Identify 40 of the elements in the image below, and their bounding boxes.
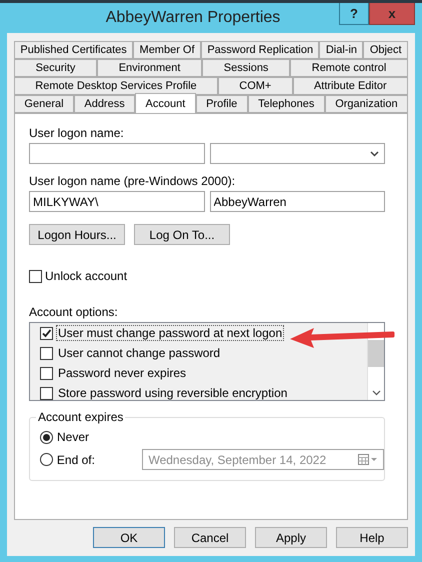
dialog-button[interactable]: Help (336, 527, 408, 548)
option-label: User cannot change password (57, 345, 222, 361)
tab[interactable]: Remote control (290, 59, 408, 77)
dialog-button[interactable]: Cancel (174, 527, 246, 548)
tab[interactable]: Member Of (133, 41, 201, 59)
tab[interactable]: Address (74, 95, 136, 113)
checkbox-label: Unlock account (45, 269, 128, 283)
tab[interactable]: Published Certificates (14, 41, 134, 59)
logon-button[interactable]: Logon Hours... (29, 224, 125, 245)
field-label: User logon name (pre-Windows 2000): (29, 174, 236, 188)
option-label: Store password using reversible encryption (57, 385, 288, 401)
input-field[interactable]: AbbeyWarren (210, 191, 385, 212)
dialog-button[interactable]: OK (93, 527, 165, 548)
field-label: User logon name: (29, 126, 125, 140)
tab[interactable]: Password Replication (200, 41, 320, 59)
option-label: Password never expires (57, 365, 188, 381)
option-label: User must change password at next logon (56, 325, 284, 341)
tab[interactable]: Account (135, 93, 196, 113)
tab[interactable]: Organization (324, 95, 408, 113)
window-title: AbbeyWarren Properties (104, 9, 282, 27)
tab[interactable]: Environment (97, 59, 202, 77)
tab[interactable]: Remote Desktop Services Profile (14, 77, 218, 95)
help-button[interactable]: ? (339, 3, 369, 25)
tab[interactable]: Object (363, 41, 408, 59)
dialog-button[interactable]: Apply (255, 527, 327, 548)
input-field[interactable]: MILKYWAY\ (29, 191, 204, 212)
tab[interactable]: Attribute Editor (292, 77, 408, 95)
tab[interactable]: Security (14, 59, 98, 77)
tab[interactable]: Profile (196, 95, 248, 113)
tab[interactable]: COM+ (218, 77, 293, 95)
tab[interactable]: Dial-in (319, 41, 364, 59)
tab[interactable]: Telephones (248, 95, 325, 113)
tab[interactable]: Sessions (202, 59, 290, 77)
radio-label: Never (57, 430, 90, 444)
close-button[interactable]: x (369, 3, 415, 25)
logon-button[interactable]: Log On To... (134, 224, 230, 245)
tab[interactable]: General (14, 95, 74, 113)
group-title: Account expires (36, 410, 126, 424)
radio-label: End of: (56, 452, 96, 466)
section-label: Account options: (29, 305, 119, 319)
